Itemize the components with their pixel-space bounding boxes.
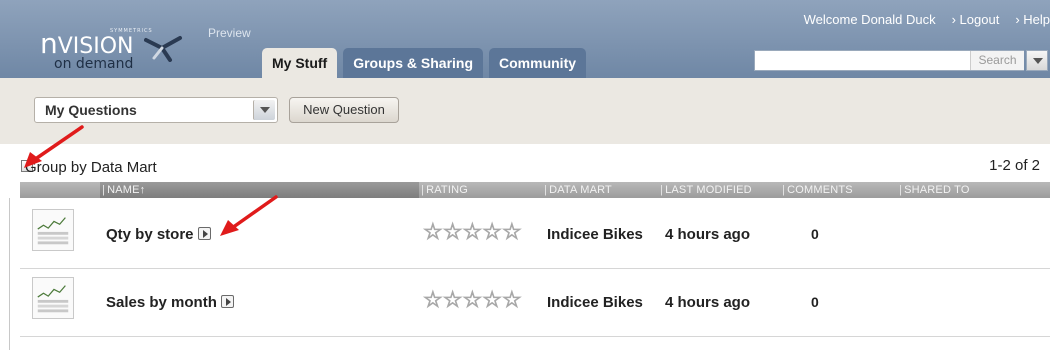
view-select[interactable]: My Questions bbox=[34, 97, 278, 123]
star-icon[interactable]: ☆ bbox=[462, 288, 483, 311]
data-mart-value: Indicee Bikes bbox=[547, 226, 643, 243]
rating-stars[interactable]: ☆ ☆ ☆ ☆ ☆ bbox=[423, 288, 523, 311]
preview-label: Preview bbox=[208, 26, 251, 40]
left-divider bbox=[9, 198, 10, 350]
col-name[interactable]: NAME↑ bbox=[102, 184, 145, 196]
last-modified-value: 4 hours ago bbox=[665, 226, 751, 243]
table-row[interactable]: Sales by month ☆ ☆ ☆ ☆ ☆ Indicee Bikes 4… bbox=[20, 269, 1050, 337]
chart-thumbnail-icon[interactable] bbox=[32, 277, 74, 319]
tab-my-stuff[interactable]: My Stuff bbox=[262, 48, 338, 78]
user-links: Welcome Donald Duck › Logout › Help bbox=[804, 12, 1050, 27]
table-row[interactable]: Qty by store ☆ ☆ ☆ ☆ ☆ Indicee Bikes 4 h… bbox=[20, 201, 1050, 269]
result-count: 1-2 of 2 bbox=[989, 157, 1040, 174]
star-icon[interactable]: ☆ bbox=[501, 220, 522, 243]
star-icon[interactable]: ☆ bbox=[482, 220, 503, 243]
rating-stars[interactable]: ☆ ☆ ☆ ☆ ☆ bbox=[423, 220, 523, 243]
welcome-text: Welcome Donald Duck bbox=[803, 12, 936, 27]
comments-count: 0 bbox=[811, 294, 819, 310]
col-data-mart[interactable]: DATA MART bbox=[544, 184, 612, 196]
app-header: SYMMETRICS nVISION on demand Preview My … bbox=[0, 0, 1050, 78]
search-dropdown-button[interactable] bbox=[1026, 50, 1048, 71]
toolbar: My Questions New Question bbox=[0, 78, 1050, 144]
play-icon[interactable] bbox=[220, 295, 234, 308]
group-bar: Group by Data Mart 1-2 of 2 bbox=[0, 144, 1050, 182]
logo-x-icon bbox=[144, 36, 182, 62]
col-shared-to[interactable]: SHARED TO bbox=[899, 184, 970, 196]
tab-community[interactable]: Community bbox=[489, 48, 587, 78]
play-icon[interactable] bbox=[197, 227, 211, 240]
name-column-sorted-bg bbox=[100, 182, 419, 198]
logo-subtitle: on demand bbox=[54, 56, 134, 72]
star-icon[interactable]: ☆ bbox=[442, 288, 463, 311]
star-icon[interactable]: ☆ bbox=[501, 288, 522, 311]
star-icon[interactable]: ☆ bbox=[442, 220, 463, 243]
chart-thumbnail-icon[interactable] bbox=[32, 209, 74, 251]
question-title[interactable]: Sales by month bbox=[106, 294, 234, 311]
search-button[interactable]: Search bbox=[970, 51, 1024, 70]
help-link[interactable]: › Help bbox=[1015, 12, 1050, 27]
chevron-down-icon[interactable] bbox=[253, 100, 275, 120]
table-header: NAME↑ RATING DATA MART LAST MODIFIED COM… bbox=[20, 182, 1050, 198]
star-icon[interactable]: ☆ bbox=[462, 220, 483, 243]
star-icon[interactable]: ☆ bbox=[423, 288, 444, 311]
col-comments[interactable]: COMMENTS bbox=[782, 184, 853, 196]
star-icon[interactable]: ☆ bbox=[423, 220, 444, 243]
comments-count: 0 bbox=[811, 226, 819, 242]
last-modified-value: 4 hours ago bbox=[665, 294, 751, 311]
view-select-value: My Questions bbox=[45, 102, 137, 118]
new-question-button[interactable]: New Question bbox=[289, 97, 399, 123]
tab-groups-sharing[interactable]: Groups & Sharing bbox=[343, 48, 484, 78]
question-title[interactable]: Qty by store bbox=[106, 226, 211, 243]
logout-link[interactable]: › Logout bbox=[952, 12, 1000, 27]
group-by-label: Group by Data Mart bbox=[25, 159, 157, 176]
col-last-modified[interactable]: LAST MODIFIED bbox=[660, 184, 752, 196]
nvision-logo[interactable]: SYMMETRICS nVISION on demand bbox=[34, 12, 204, 72]
col-rating[interactable]: RATING bbox=[421, 184, 468, 196]
data-mart-value: Indicee Bikes bbox=[547, 294, 643, 311]
star-icon[interactable]: ☆ bbox=[482, 288, 503, 311]
main-tabs: My Stuff Groups & Sharing Community bbox=[262, 48, 592, 78]
